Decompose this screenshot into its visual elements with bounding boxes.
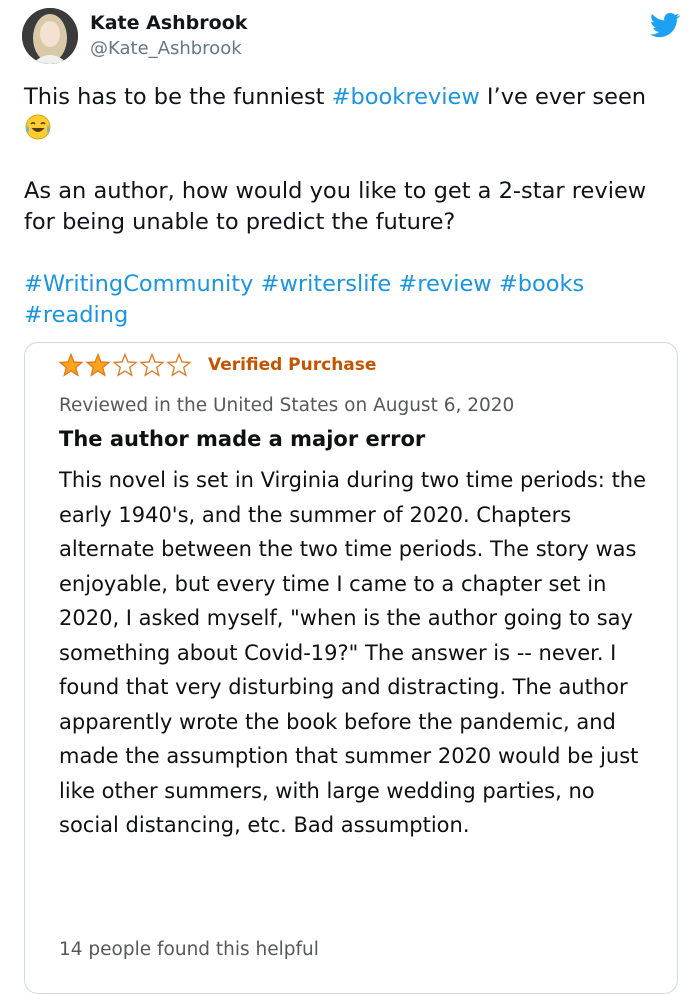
hashtag-review[interactable]: #review [398, 271, 491, 297]
tweet-paragraph-2: As an author, how would you like to get … [24, 178, 647, 235]
review-body: This novel is set in Virginia during two… [59, 468, 647, 837]
tweet-text-part: This has to be the funniest [24, 84, 332, 110]
twitter-bird-icon[interactable] [650, 10, 680, 40]
avatar[interactable] [22, 8, 78, 64]
star-icon [59, 353, 192, 377]
review-card[interactable]: Verified Purchase Reviewed in the United… [24, 342, 678, 994]
hashtag-writerslife[interactable]: #writerslife [261, 271, 392, 297]
star-rating [59, 353, 192, 377]
tweet-header: Kate Ashbrook @Kate_Ashbrook [18, 6, 682, 66]
star-filled-icon [59, 353, 84, 377]
star-empty-icon [166, 353, 192, 377]
tweet-hashtags: #WritingCommunity #writerslife #review #… [24, 269, 674, 331]
hashtag-reading[interactable]: #reading [24, 302, 128, 328]
star-empty-icon [112, 353, 138, 377]
tweet-text: This has to be the funniest #bookreview … [24, 82, 674, 331]
tweet-text-part: I’ve ever seen [479, 84, 647, 110]
star-empty-icon [139, 353, 165, 377]
tears-of-joy-emoji-icon [25, 114, 51, 140]
hashtag-books[interactable]: #books [499, 271, 584, 297]
author-handle[interactable]: @Kate_Ashbrook [90, 38, 242, 59]
hashtag-bookreview[interactable]: #bookreview [332, 84, 480, 110]
star-filled-icon [85, 353, 111, 377]
tweet-paragraph-1: This has to be the funniest #bookreview … [24, 82, 674, 145]
review-title[interactable]: The author made a major error [59, 427, 425, 451]
verified-purchase-badge: Verified Purchase [208, 355, 377, 375]
author-name[interactable]: Kate Ashbrook [90, 12, 247, 34]
review-date: Reviewed in the United States on August … [59, 395, 515, 416]
hashtag-writingcommunity[interactable]: #WritingCommunity [24, 271, 253, 297]
helpful-count: 14 people found this helpful [59, 939, 319, 960]
